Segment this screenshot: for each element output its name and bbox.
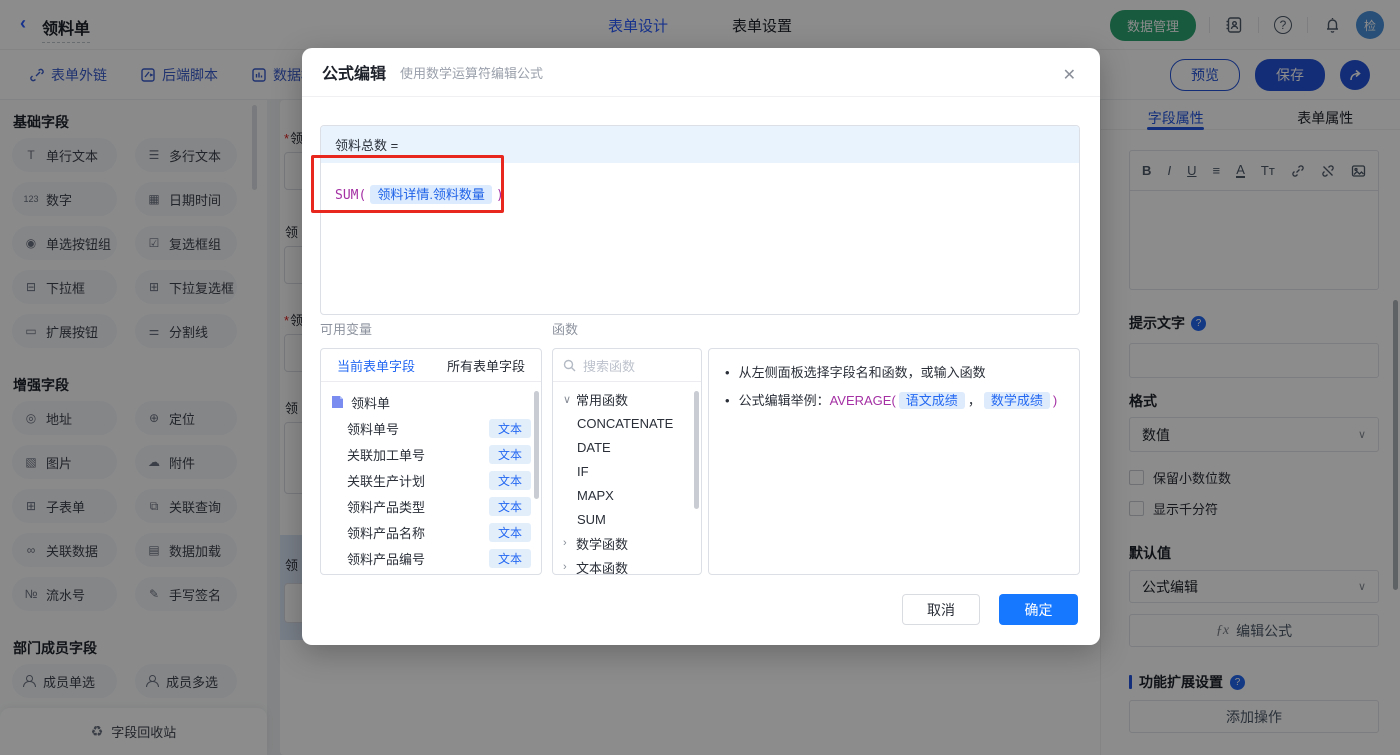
function-group-label: 文本函数 xyxy=(576,560,629,575)
variable-name: 关联生产计划 xyxy=(347,473,426,489)
variables-tree: 领料单 领料单号 文本 关联加工单号 文本 关联生产计划 文本 领料产品类型 文本 领料… xyxy=(321,382,541,571)
chevron-right-icon: › xyxy=(563,537,567,549)
function-group-common[interactable]: ∨ 常用函数 xyxy=(553,387,701,411)
function-item[interactable]: SUM xyxy=(553,507,701,531)
variable-name: 领料产品名称 xyxy=(347,525,426,541)
variable-row[interactable]: 领料单号 文本 xyxy=(321,415,541,441)
form-doc-icon xyxy=(332,396,343,408)
bullet-icon: • xyxy=(725,393,730,408)
function-item[interactable]: CONCATENATE xyxy=(553,411,701,435)
function-name: SUM xyxy=(577,511,606,527)
help-tip-1-text: 从左侧面板选择字段名和函数，或输入函数 xyxy=(738,365,986,380)
function-item[interactable]: IF xyxy=(553,459,701,483)
help-example-function: AVERAGE( xyxy=(829,393,896,408)
variable-row[interactable]: 领料产品名称 文本 xyxy=(321,519,541,545)
help-example-token: 语文成绩 xyxy=(898,392,965,409)
variable-row[interactable]: 领料产品类型 文本 xyxy=(321,493,541,519)
chevron-down-icon: ∨ xyxy=(563,393,572,406)
functions-panel: 搜索函数 ∨ 常用函数 CONCATENATE DATE IF MAPX SUM … xyxy=(552,348,702,575)
modal-subtitle: 使用数学运算符编辑公式 xyxy=(400,65,544,81)
formula-function-name: SUM( xyxy=(335,188,367,203)
help-example-prefix: 公式编辑举例： xyxy=(738,393,830,408)
help-tip-2-text: 公式编辑举例：AVERAGE(语文成绩，数学成绩) xyxy=(738,391,1058,410)
variables-form-name: 领料单 xyxy=(351,395,391,411)
variable-name: 领料产品编号 xyxy=(347,551,426,567)
variable-row[interactable]: 关联生产计划 文本 xyxy=(321,467,541,493)
variables-panel: 当前表单字段 所有表单字段 领料单 领料单号 文本 关联加工单号 文本 关联生产计划… xyxy=(320,348,542,575)
tab-all-form-fields[interactable]: 所有表单字段 xyxy=(431,349,541,381)
search-icon xyxy=(563,359,576,371)
variable-row[interactable]: 领料产品编号 文本 xyxy=(321,545,541,571)
function-name: DATE xyxy=(577,439,611,455)
variables-scrollbar[interactable] xyxy=(534,391,539,499)
variable-name: 领料产品类型 xyxy=(347,499,426,515)
variables-form-node[interactable]: 领料单 xyxy=(321,389,541,415)
variable-type-badge: 文本 xyxy=(488,496,531,516)
bullet-icon: • xyxy=(725,365,730,380)
function-group-label: 常用函数 xyxy=(576,392,629,408)
tab-current-form-fields[interactable]: 当前表单字段 xyxy=(321,349,431,381)
help-example-comma: ， xyxy=(967,393,981,408)
function-search-placeholder: 搜索函数 xyxy=(583,358,636,374)
formula-help-panel: • 从左侧面板选择字段名和函数，或输入函数 • 公式编辑举例：AVERAGE(语… xyxy=(708,348,1080,575)
functions-scrollbar[interactable] xyxy=(694,391,699,509)
functions-label: 函数 xyxy=(552,322,579,337)
function-name: CONCATENATE xyxy=(577,415,674,431)
function-search[interactable]: 搜索函数 xyxy=(553,349,701,382)
function-group-text[interactable]: › 文本函数 xyxy=(553,555,701,575)
variables-label: 可用变量 xyxy=(320,322,373,337)
variables-tabs: 当前表单字段 所有表单字段 xyxy=(321,349,541,382)
formula-close-paren: ) xyxy=(495,188,504,203)
modal-title: 公式编辑 xyxy=(322,66,387,83)
confirm-button[interactable]: 确定 xyxy=(999,594,1078,625)
close-icon[interactable]: ✕ xyxy=(1063,65,1076,85)
function-name: IF xyxy=(577,463,589,479)
function-name: MAPX xyxy=(577,487,614,503)
cancel-button[interactable]: 取消 xyxy=(902,594,980,625)
help-example-close: ) xyxy=(1052,393,1058,408)
help-tip-2: • 公式编辑举例：AVERAGE(语文成绩，数学成绩) xyxy=(725,391,1063,410)
function-item[interactable]: MAPX xyxy=(553,483,701,507)
functions-tree: ∨ 常用函数 CONCATENATE DATE IF MAPX SUM › 数学函数… xyxy=(553,382,701,575)
variable-row[interactable]: 关联加工单号 文本 xyxy=(321,441,541,467)
formula-editor-modal: 公式编辑 使用数学运算符编辑公式 ✕ 领料总数 = SUM(领料详情.领料数量)… xyxy=(302,48,1100,645)
app-root: ‹ 领料单 表单设计 表单设置 数据管理 ? 检 表单外链 后端脚本 数据权限 … xyxy=(0,0,1400,755)
variable-type-badge: 文本 xyxy=(488,470,531,490)
variable-type-badge: 文本 xyxy=(488,548,531,568)
variable-type-badge: 文本 xyxy=(488,522,531,542)
modal-header: 公式编辑 使用数学运算符编辑公式 xyxy=(302,48,1100,97)
function-item[interactable]: DATE xyxy=(553,435,701,459)
formula-expression[interactable]: SUM(领料详情.领料数量) xyxy=(321,163,1079,224)
formula-field-token[interactable]: 领料详情.领料数量 xyxy=(370,185,492,204)
help-tip-1: • 从左侧面板选择字段名和函数，或输入函数 xyxy=(725,363,1063,382)
function-group-label: 数学函数 xyxy=(576,536,629,552)
help-example-token: 数学成绩 xyxy=(983,392,1050,409)
formula-input-area[interactable]: 领料总数 = SUM(领料详情.领料数量) xyxy=(320,125,1080,315)
chevron-right-icon: › xyxy=(563,561,567,573)
variable-name: 关联加工单号 xyxy=(347,447,426,463)
formula-target: 领料总数 = xyxy=(321,126,1079,163)
variable-type-badge: 文本 xyxy=(488,444,531,464)
function-group-math[interactable]: › 数学函数 xyxy=(553,531,701,555)
variable-name: 领料单号 xyxy=(347,421,400,437)
variable-type-badge: 文本 xyxy=(488,418,531,438)
